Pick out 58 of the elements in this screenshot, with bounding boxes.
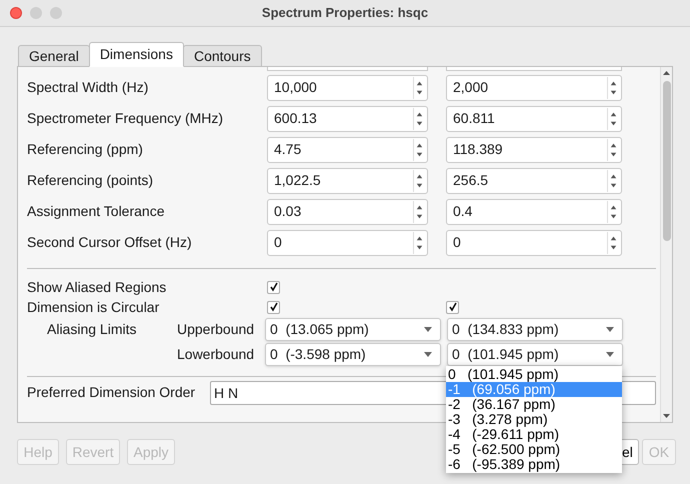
spin-box[interactable]: 60.811 [446,106,622,132]
stepper-icon[interactable] [413,232,425,254]
menu-item[interactable]: 0 (101.945 ppm) [446,367,622,382]
spin-box[interactable]: 10,000 [267,74,428,100]
tab[interactable]: General [18,45,90,67]
stepper-icon[interactable] [413,200,425,222]
spin-box[interactable]: 2,000 [446,74,622,100]
checkbox[interactable] [267,280,280,294]
tab[interactable]: Contours [182,45,262,67]
spin-box[interactable]: 0.4 [446,198,622,224]
field-label: Upperbound [177,320,256,339]
menu-item[interactable]: -4 (-29.611 ppm) [446,427,622,442]
menu-item[interactable]: -5 (-62.500 ppm) [446,442,622,457]
field-label: Preferred Dimension Order [27,383,196,402]
stepper-icon[interactable] [413,108,425,130]
spin-box[interactable]: 600.13 [267,106,428,132]
dropdown[interactable]: 0 (-3.598 ppm) [265,343,441,366]
stepper-icon[interactable] [607,76,619,98]
field-label: Referencing (ppm) [27,140,144,159]
spin-box[interactable]: 0 [267,230,428,256]
dropdown[interactable]: 0 (101.945 ppm) [447,343,623,366]
checkbox[interactable] [446,300,459,314]
stepper-icon[interactable] [607,170,619,192]
field-label: Show Aliased Regions [27,278,168,297]
dropdown[interactable]: 0 (13.065 ppm) [265,318,441,341]
close-icon[interactable] [10,7,22,19]
field-label: Spectral Width (Hz) [27,78,150,97]
field-label: Spectrometer Frequency (MHz) [27,109,224,128]
stepper-icon[interactable] [413,76,425,98]
stepper-icon[interactable] [413,138,425,160]
stepper-icon[interactable] [607,108,619,130]
tab[interactable]: Dimensions [88,42,184,67]
caret-icon [606,327,614,332]
caret-icon [606,352,614,357]
caret-icon [424,352,432,357]
spin-box[interactable]: 0.03 [267,198,428,224]
field-label: Referencing (points) [27,171,154,190]
window-title: Spectrum Properties: hsqc [260,4,430,22]
spin-box[interactable]: 4.75 [267,136,428,162]
menu-item[interactable]: -3 (3.278 ppm) [446,412,622,427]
spin-box[interactable]: 256.5 [446,168,622,194]
scrollbar[interactable] [660,67,672,422]
field-label: Assignment Tolerance [27,202,166,221]
field-label: Second Cursor Offset (Hz) [27,233,193,252]
dropdown[interactable]: 0 (134.833 ppm) [447,318,623,341]
caret-icon [424,327,432,332]
field-label: Lowerbound [177,345,256,364]
spin-box[interactable]: 118.389 [446,136,622,162]
stepper-icon[interactable] [607,138,619,160]
stepper-icon[interactable] [607,200,619,222]
checkbox[interactable] [267,300,280,314]
menu-item[interactable]: -6 (-95.389 ppm) [446,457,622,472]
spin-box[interactable]: 1,022.5 [267,168,428,194]
stepper-icon[interactable] [413,170,425,192]
stepper-icon[interactable] [607,232,619,254]
field-label: Dimension is Circular [27,298,160,316]
spin-box[interactable]: 0 [446,230,622,256]
field-label: Aliasing Limits [46,320,138,339]
